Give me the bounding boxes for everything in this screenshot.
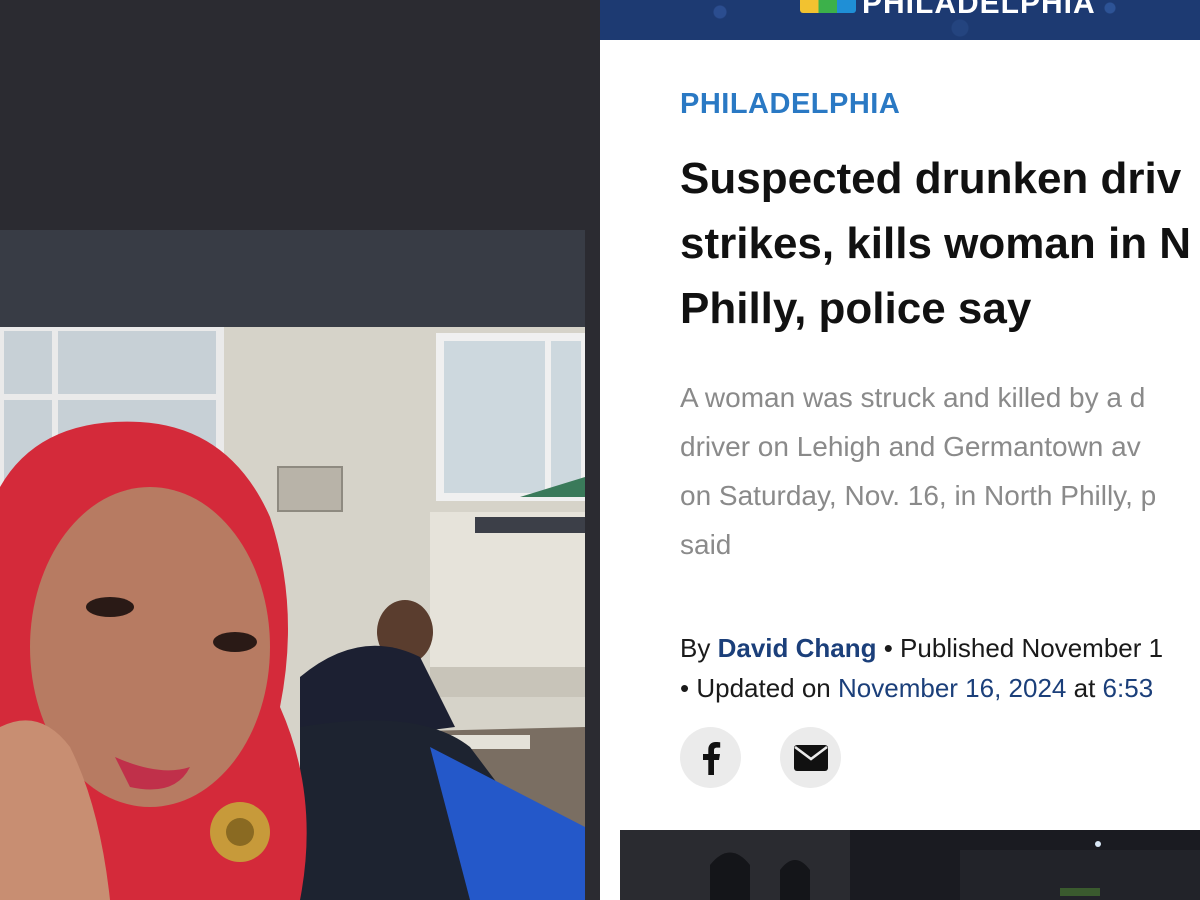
updated-prefix: • Updated on	[680, 673, 831, 703]
updated-date: November 16, 2024	[838, 673, 1067, 703]
masthead-title: PHILADELPHIA	[862, 0, 1096, 20]
updated-at: at	[1073, 673, 1096, 703]
section-link-philadelphia[interactable]: PHILADELPHIA	[680, 88, 900, 121]
updated-time: 6:53	[1102, 673, 1154, 703]
published-date: • Published November 1	[883, 633, 1164, 663]
byline-updated-row: • Updated on November 16, 2024 at 6:53	[680, 668, 1163, 708]
news-article: PHILADELPHIA PHILADELPHIA Suspected drun…	[600, 0, 1200, 900]
author-link[interactable]: David Chang	[718, 633, 877, 663]
share-email-button[interactable]	[780, 727, 841, 788]
byline-by: By	[680, 633, 711, 663]
article-headline: Suspected drunken driv strikes, kills wo…	[680, 146, 1200, 341]
panel-divider	[585, 230, 600, 900]
article-byline: By David Chang • Published November 1 • …	[680, 628, 1163, 708]
mail-icon	[793, 744, 828, 771]
headline-line: strikes, kills woman in N	[680, 219, 1192, 268]
left-dark-panel	[0, 0, 600, 230]
summary-line: driver on Lehigh and Germantown av	[680, 431, 1141, 462]
selfie-photo[interactable]	[0, 327, 585, 900]
article-summary: A woman was struck and killed by a d dri…	[680, 373, 1200, 569]
station-logo[interactable]: PHILADELPHIA	[800, 0, 1096, 20]
article-hero-image[interactable]	[620, 830, 1200, 900]
image-header-bar	[0, 230, 585, 327]
summary-line: A woman was struck and killed by a d	[680, 382, 1146, 413]
byline-published-row: By David Chang • Published November 1	[680, 628, 1163, 668]
summary-line: on Saturday, Nov. 16, in North Philly, p	[680, 480, 1157, 511]
headline-line: Suspected drunken driv	[680, 154, 1182, 203]
headline-line: Philly, police say	[680, 284, 1032, 333]
facebook-icon	[702, 741, 720, 775]
peacock-logo-icon	[800, 0, 856, 13]
share-facebook-button[interactable]	[680, 727, 741, 788]
summary-line: said	[680, 529, 732, 560]
masthead-banner: PHILADELPHIA	[600, 0, 1200, 40]
